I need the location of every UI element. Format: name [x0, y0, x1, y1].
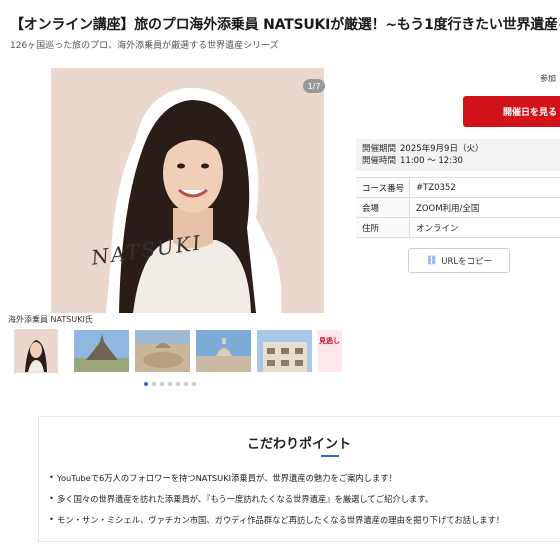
info-value: #TZ0352 [416, 182, 456, 193]
info-value: オンライン [416, 223, 459, 234]
poster-text: 見逃し [319, 337, 340, 345]
table-row: コース番号 #TZ0352 [356, 178, 560, 198]
info-key: 住所 [356, 218, 410, 237]
view-dates-button[interactable]: 開催日を見る [463, 96, 560, 127]
thumbnail-gaudi-building[interactable] [257, 330, 312, 372]
schedule-time-value: 11:00 〜 12:30 [400, 156, 463, 166]
page-title: 【オンライン講座】旅のプロ海外添乗員 NATSUKIが厳選！~もう1度行きたい世… [10, 17, 560, 33]
thumbnail-strip: 見逃し [14, 329, 342, 373]
carousel-dots [144, 382, 196, 386]
info-key: コース番号 [356, 178, 410, 197]
list-item: • 多く国々の世界遺産を訪れた添乗員が、『もう一度訪れたくなる世界遺産』を厳選して… [49, 493, 434, 504]
copy-url-button[interactable]: ⛓ URLをコピー [408, 248, 510, 273]
list-item: • モン・サン・ミシェル、ヴァチカン市国、ガウディ作品群など再訪したくなる世界遺産… [49, 514, 505, 525]
thumbnail-poster[interactable]: 見逃し [318, 330, 342, 372]
copy-url-label: URLをコピー [441, 256, 493, 267]
gallery-counter: 1/7 [303, 79, 325, 93]
table-row: 住所 オンライン [356, 218, 560, 238]
schedule-date-value: 2025年9月9日（火） [400, 144, 484, 154]
title-underline [321, 455, 339, 457]
highlights-title: こだわりポイント [246, 437, 351, 452]
info-value: ZOOM利用/全国 [416, 203, 480, 214]
course-info-table: コース番号 #TZ0352 会場 ZOOM利用/全国 住所 オンライン [356, 177, 560, 238]
link-icon: ⛓ [425, 255, 438, 266]
list-item-text: YouTubeで6万人のフォロワーを持つNATSUKI添乗員が、世界遺産の魅力を… [57, 473, 397, 483]
list-item-text: 多く国々の世界遺産を訪れた添乗員が、『もう一度訪れたくなる世界遺産』を厳選してご… [57, 494, 434, 504]
carousel-dot-2[interactable] [152, 382, 156, 386]
list-item-text: モン・サン・ミシェル、ヴァチカン市国、ガウディ作品群など再訪したくなる世界遺産の… [57, 515, 505, 525]
thumbnail-vatican-square[interactable] [196, 330, 251, 372]
carousel-dot-7[interactable] [192, 382, 196, 386]
highlights-section: こだわりポイント • YouTubeで6万人のフォロワーを持つNATSUKI添乗員… [38, 416, 560, 542]
carousel-dot-5[interactable] [176, 382, 180, 386]
list-item: • YouTubeで6万人のフォロワーを持つNATSUKI添乗員が、世界遺産の魅力… [49, 472, 397, 483]
schedule-box: 開催期間 2025年9月9日（火） 開催時間 11:00 〜 12:30 [356, 139, 560, 171]
schedule-date-label: 開催期間 [362, 144, 397, 154]
thumbnail-mont-saint-michel[interactable] [74, 330, 129, 372]
image-caption: 海外添乗員 NATSUKI氏 [8, 315, 93, 324]
schedule-time-label: 開催時間 [362, 156, 397, 166]
hero-image[interactable]: NATSUKI [51, 68, 324, 313]
thumbnail-portrait[interactable] [14, 329, 58, 373]
highlights-list: • YouTubeで6万人のフォロワーを持つNATSUKI添乗員が、世界遺産の魅力… [49, 472, 504, 535]
carousel-dot-6[interactable] [184, 382, 188, 386]
carousel-dot-3[interactable] [160, 382, 164, 386]
table-row: 会場 ZOOM利用/全国 [356, 198, 560, 218]
page-subtitle: 126ヶ国巡った旅のプロ、海外添乗員が厳選する世界遺産シリーズ [10, 41, 279, 51]
thumbnail-vatican-aerial[interactable] [135, 330, 190, 372]
participate-label: 参加 [540, 74, 556, 83]
carousel-dot-1[interactable] [144, 382, 148, 386]
carousel-dot-4[interactable] [168, 382, 172, 386]
info-key: 会場 [356, 198, 410, 217]
